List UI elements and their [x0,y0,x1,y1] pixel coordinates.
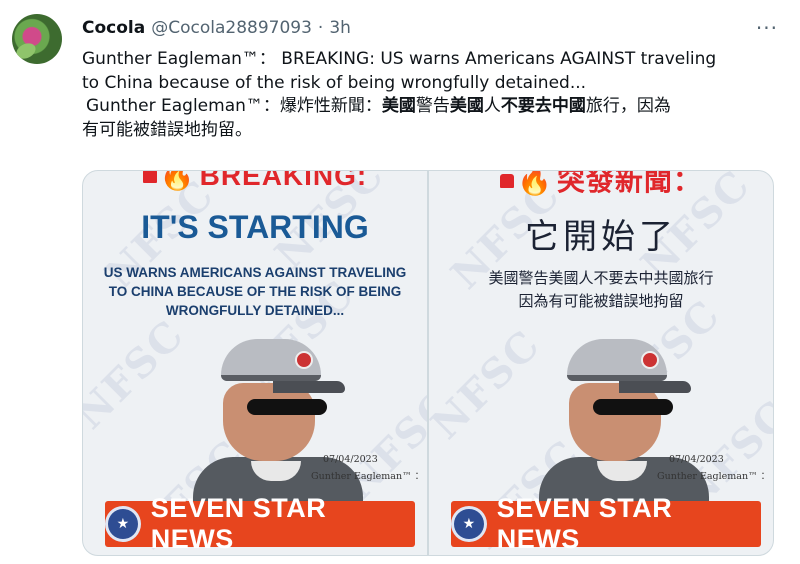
user-handle[interactable]: @Cocola28897093 [151,18,312,38]
tweet-text-zh-line2: 有可能被錯誤地拘留。 [82,119,252,140]
post-author: Gunther Eagleman™ ： [311,471,425,482]
headline: 它開始了 [525,217,677,257]
fire-icon: 🔥 [517,171,553,196]
timestamp[interactable]: 3h [329,18,351,38]
tweet-text-line: to China because of the risk of being wr… [82,72,587,93]
media-image-left[interactable]: NFSC NFSC NFSC NFSC NFSC NFSC 🔥 BREAKING:… [83,171,427,555]
more-horizontal-icon[interactable]: ··· [756,16,778,40]
subheadline: 美國警告美國人不要去中共國旅行 因為有可能被錯誤地拘留 [488,270,714,310]
seven-star-logo-icon [451,506,487,542]
breaking-label: 🔥 突發新聞： [429,171,773,199]
tweet-text: Gunther Eagleman™： BREAKING: US warns Am… [82,48,782,142]
banner-text: SEVEN STAR NEWS [496,493,673,554]
seven-star-logo-icon [105,506,141,542]
headline: IT'S STARTING [141,209,369,245]
siren-icon [500,174,515,188]
news-banner: SEVEN STAR NEWS [105,493,415,554]
banner-text: SEVEN STAR NEWS [150,493,327,554]
breaking-label: 🔥 BREAKING: [83,171,427,192]
tweet-text-zh: Gunther Eagleman™：爆炸性新聞：美國警告美國人不要去中國旅行，因… [86,96,671,116]
fire-icon: 🔥 [159,171,196,191]
display-name[interactable]: Cocola [82,18,145,38]
media-image-right[interactable]: NFSC NFSC NFSC NFSC NFSC NFSC 🔥 突發新聞： 它開始… [429,171,773,555]
post-author: Gunther Eagleman™ ： [657,471,771,482]
tweet-header: Cocola @Cocola28897093 · 3h [82,18,351,40]
tweet-text-line: Gunther Eagleman™： BREAKING: US warns Am… [82,49,717,69]
post-date: 07/04/2023 [669,454,724,465]
news-banner: SEVEN STAR NEWS [451,493,761,554]
separator: · [317,18,324,38]
subheadline: US WARNS AMERICANS AGAINST TRAVELING TO … [103,265,407,318]
siren-icon [142,171,157,183]
user-avatar[interactable] [12,14,62,64]
tweet-media[interactable]: NFSC NFSC NFSC NFSC NFSC NFSC 🔥 BREAKING:… [82,170,774,556]
post-date: 07/04/2023 [323,454,378,465]
